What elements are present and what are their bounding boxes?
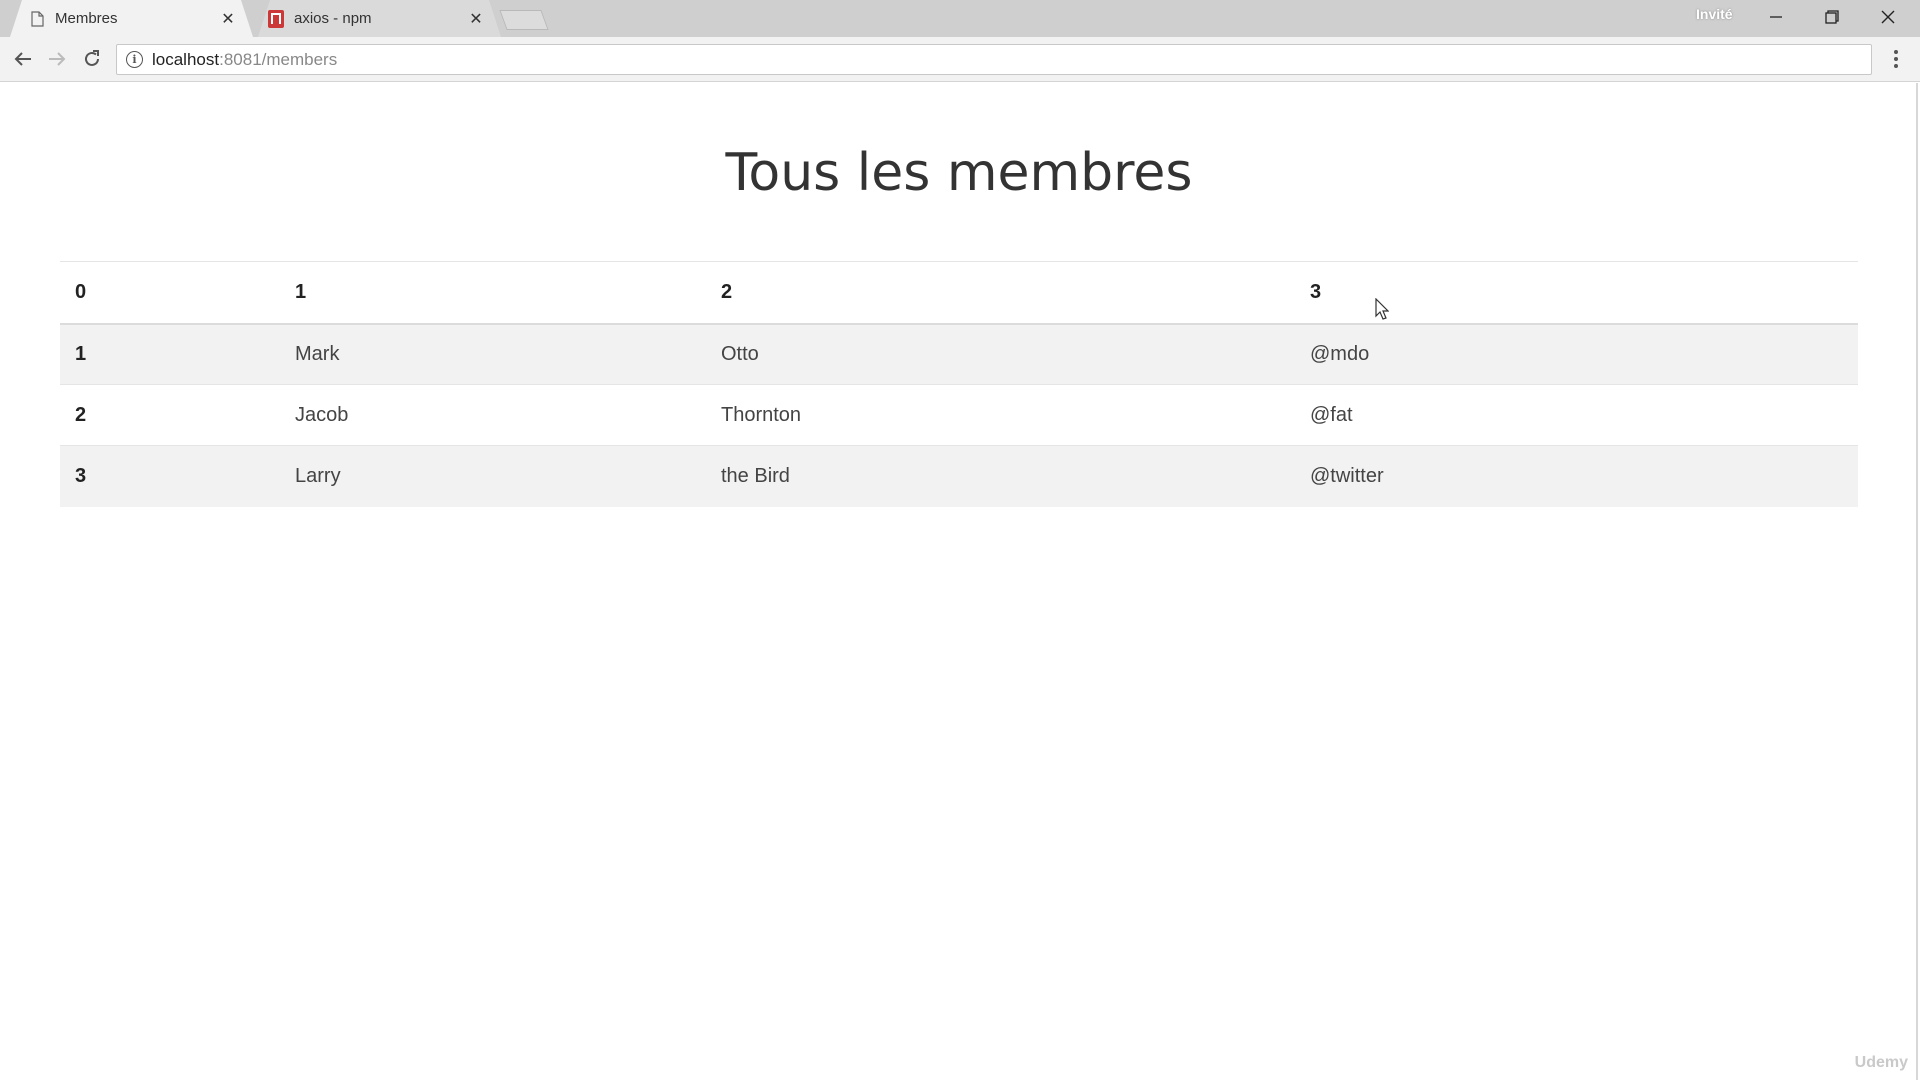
tab-axios-npm[interactable]: axios - npm ✕ (258, 0, 501, 37)
address-path: :8081/members (219, 49, 338, 69)
table-cell: the Bird (706, 445, 1295, 507)
table-cell: Larry (280, 445, 706, 507)
forward-button[interactable] (41, 43, 73, 75)
close-icon (1881, 10, 1895, 23)
info-icon[interactable]: i (126, 51, 143, 68)
browser-toolbar: i localhost:8081/members (0, 37, 1920, 82)
table-cell: Jacob (280, 384, 706, 446)
table-header-row: 0 1 2 3 (60, 261, 1858, 325)
table-cell: @fat (1295, 384, 1858, 446)
reload-button[interactable] (76, 43, 108, 75)
column-header: 0 (60, 261, 280, 325)
new-tab-button[interactable] (499, 10, 549, 30)
table-cell: Otto (706, 323, 1295, 385)
restore-icon (1825, 9, 1839, 24)
column-header: 2 (706, 261, 1295, 325)
reload-icon (85, 50, 99, 66)
table-cell: 2 (60, 384, 280, 446)
table-cell: Thornton (706, 384, 1295, 446)
close-window-button[interactable] (1860, 0, 1916, 33)
table-cell: 3 (60, 445, 280, 507)
back-button[interactable] (7, 43, 39, 75)
members-table: 0 1 2 3 1 Mark Otto @mdo 2 Jacob Thornto… (60, 261, 1858, 507)
restore-button[interactable] (1804, 0, 1860, 33)
table-row: 2 Jacob Thornton @fat (60, 384, 1858, 446)
page-icon (29, 10, 45, 28)
menu-button[interactable] (1882, 43, 1910, 75)
address-host: localhost (152, 49, 220, 69)
tab-title: Membres (55, 10, 118, 27)
close-icon[interactable]: ✕ (465, 8, 487, 30)
table-row: 1 Mark Otto @mdo (60, 323, 1858, 385)
minimize-icon (1770, 15, 1782, 18)
arrow-left-icon (14, 52, 31, 66)
table-cell: @twitter (1295, 445, 1858, 507)
tab-title: axios - npm (294, 10, 372, 27)
close-icon[interactable]: ✕ (217, 8, 239, 30)
page-content: Tous les membres 0 1 2 3 1 Mark Otto @md… (0, 83, 1918, 1080)
page-title: Tous les membres (725, 143, 1193, 203)
tab-strip: Membres ✕ axios - npm ✕ Invité (0, 0, 1920, 37)
column-header: 1 (280, 261, 706, 325)
arrow-right-icon (49, 52, 66, 66)
minimize-button[interactable] (1748, 0, 1804, 33)
table-cell: Mark (280, 323, 706, 385)
table-cell: 1 (60, 323, 280, 385)
profile-badge[interactable]: Invité (1696, 6, 1733, 22)
tab-membres[interactable]: Membres ✕ (10, 0, 253, 37)
udemy-watermark: Udemy (1854, 1054, 1908, 1071)
mouse-cursor-icon (1375, 298, 1389, 320)
npm-icon (268, 10, 284, 28)
more-vertical-icon (1894, 50, 1898, 68)
table-row: 3 Larry the Bird @twitter (60, 445, 1858, 507)
address-bar[interactable]: i localhost:8081/members (116, 44, 1872, 75)
table-cell: @mdo (1295, 323, 1858, 385)
